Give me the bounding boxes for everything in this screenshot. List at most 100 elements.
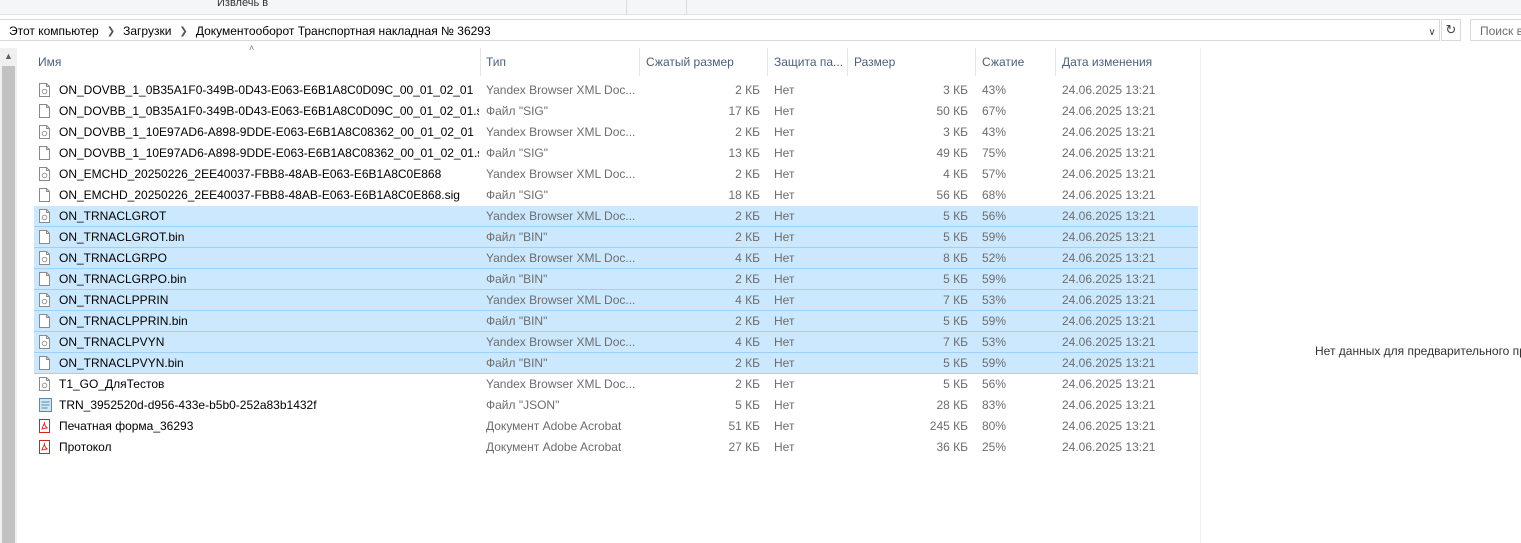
file-row[interactable]: ON_DOVBB_1_10E97AD6-A898-9DDE-E063-E6B1A… — [34, 122, 1198, 143]
file-protection: Нет — [774, 335, 795, 349]
blank-file-icon — [39, 101, 55, 122]
file-date: 24.06.2025 13:21 — [1062, 377, 1156, 391]
chevron-right-icon[interactable]: ❯ — [179, 26, 187, 37]
file-ratio: 68% — [982, 188, 1007, 202]
file-row[interactable]: ON_DOVBB_1_10E97AD6-A898-9DDE-E063-E6B1A… — [34, 143, 1198, 164]
file-date: 24.06.2025 13:21 — [1062, 314, 1156, 328]
chevron-right-icon[interactable]: ❯ — [107, 26, 115, 37]
search-input[interactable]: Поиск в — [1470, 19, 1521, 41]
column-header-size[interactable]: Размер — [850, 48, 975, 76]
file-ratio: 80% — [982, 419, 1007, 433]
breadcrumb-downloads[interactable]: Загрузки — [123, 24, 171, 38]
scroll-thumb[interactable] — [2, 66, 15, 543]
file-row[interactable]: TRN_3952520d-d956-433e-b5b0-252a83b1432f… — [34, 395, 1198, 416]
file-compressed-size: 2 КБ — [735, 314, 760, 328]
file-ratio: 57% — [982, 167, 1007, 181]
file-type: Документ Adobe Acrobat — [486, 440, 622, 454]
chevron-down-icon[interactable]: ∨ — [1425, 25, 1439, 41]
file-row[interactable]: ON_TRNACLGRPO.bin Файл "BIN" 2 КБ Нет 5 КБ 59… — [34, 269, 1198, 290]
file-date: 24.06.2025 13:21 — [1062, 230, 1156, 244]
column-header-compressed-size[interactable]: Сжатый размер — [642, 48, 767, 76]
file-size: 56 КБ — [936, 188, 968, 202]
file-size: 5 КБ — [943, 314, 968, 328]
preview-empty-message: Нет данных для предварительного пр — [1315, 344, 1521, 358]
file-compressed-size: 18 КБ — [728, 188, 760, 202]
file-compressed-size: 17 КБ — [728, 104, 760, 118]
column-header-ratio[interactable]: Сжатие — [978, 48, 1055, 76]
address-row: Этот компьютер ❯ Загрузки ❯ Документообо… — [0, 17, 1521, 44]
file-row[interactable]: ON_DOVBB_1_0B35A1F0-349B-0D43-E063-E6B1A… — [34, 80, 1198, 101]
column-divider[interactable] — [767, 48, 768, 76]
column-header-type[interactable]: Тип — [482, 48, 639, 76]
blank-file-icon — [39, 185, 55, 206]
file-type: Yandex Browser XML Doc... — [486, 335, 636, 349]
file-size: 36 КБ — [936, 440, 968, 454]
file-row[interactable]: ON_TRNACLPVYN Yandex Browser XML Doc... 4 … — [34, 332, 1198, 353]
file-ratio: 53% — [982, 293, 1007, 307]
file-protection: Нет — [774, 146, 795, 160]
file-row[interactable]: Протокол Документ Adobe Acrobat 27 КБ Нет 36… — [34, 437, 1198, 458]
extract-to-button[interactable]: Извлечь в — [217, 0, 268, 9]
column-divider[interactable] — [480, 48, 481, 76]
file-type: Файл "SIG" — [486, 146, 549, 160]
column-divider[interactable] — [847, 48, 848, 76]
file-size: 50 КБ — [936, 104, 968, 118]
column-header-protection[interactable]: Защита па... — [770, 48, 848, 76]
file-row[interactable]: ON_TRNACLPPRIN Yandex Browser XML Doc... 4… — [34, 290, 1198, 311]
file-compressed-size: 51 КБ — [728, 419, 760, 433]
file-row[interactable]: T1_GO_ДляТестов Yandex Browser XML Doc...… — [34, 374, 1198, 395]
file-row[interactable]: ON_EMCHD_20250226_2EE40037-FBB8-48AB-E06… — [34, 185, 1198, 206]
file-row[interactable]: ON_TRNACLGROT Yandex Browser XML Doc... 2 … — [34, 206, 1198, 227]
xml-file-icon — [39, 206, 55, 227]
file-size: 5 КБ — [943, 377, 968, 391]
refresh-icon: ↻ — [1445, 22, 1457, 37]
file-date: 24.06.2025 13:21 — [1062, 335, 1156, 349]
file-name: ON_TRNACLPVYN.bin — [59, 356, 184, 370]
file-name: Протокол — [59, 440, 112, 454]
file-protection: Нет — [774, 356, 795, 370]
file-compressed-size: 4 КБ — [735, 335, 760, 349]
file-name: Печатная форма_36293 — [59, 419, 194, 433]
breadcrumb-archive[interactable]: Документооборот Транспортная накладная №… — [196, 24, 491, 38]
blank-file-icon — [39, 353, 55, 374]
file-row[interactable]: ON_TRNACLGROT.bin Файл "BIN" 2 КБ Нет 5 КБ 59… — [34, 227, 1198, 248]
file-size: 5 КБ — [943, 209, 968, 223]
file-row[interactable]: Печатная форма_36293 Документ Adobe Acrob… — [34, 416, 1198, 437]
file-type: Файл "BIN" — [486, 314, 548, 328]
file-compressed-size: 13 КБ — [728, 146, 760, 160]
column-divider[interactable] — [639, 48, 640, 76]
column-header-date[interactable]: Дата изменения — [1058, 48, 1198, 76]
file-row[interactable]: ON_TRNACLPPRIN.bin Файл "BIN" 2 КБ Нет 5 КБ 5… — [34, 311, 1198, 332]
refresh-button[interactable]: ↻ — [1441, 19, 1461, 41]
file-type: Yandex Browser XML Doc... — [486, 251, 636, 265]
file-compressed-size: 2 КБ — [735, 125, 760, 139]
vertical-scrollbar[interactable]: ▲ — [0, 48, 17, 543]
file-protection: Нет — [774, 209, 795, 223]
scroll-up-arrow-icon[interactable]: ▲ — [0, 48, 17, 65]
column-divider[interactable] — [975, 48, 976, 76]
file-name: ON_TRNACLGRPO — [59, 251, 168, 265]
address-bar[interactable]: Этот компьютер ❯ Загрузки ❯ Документообо… — [0, 19, 1440, 41]
file-date: 24.06.2025 13:21 — [1062, 125, 1156, 139]
file-row[interactable]: ON_EMCHD_20250226_2EE40037-FBB8-48AB-E06… — [34, 164, 1198, 185]
file-name: ON_DOVBB_1_0B35A1F0-349B-0D43-E063-E6B1A… — [59, 83, 474, 97]
file-size: 5 КБ — [943, 356, 968, 370]
file-list: ON_DOVBB_1_0B35A1F0-349B-0D43-E063-E6B1A… — [34, 80, 1198, 458]
breadcrumb: Этот компьютер ❯ Загрузки ❯ Документообо… — [9, 24, 491, 38]
column-divider[interactable] — [1055, 48, 1056, 76]
file-type: Файл "BIN" — [486, 230, 548, 244]
xml-file-icon — [39, 332, 55, 353]
file-type: Файл "SIG" — [486, 104, 549, 118]
file-type: Файл "JSON" — [486, 398, 560, 412]
file-row[interactable]: ON_DOVBB_1_0B35A1F0-349B-0D43-E063-E6B1A… — [34, 101, 1198, 122]
file-compressed-size: 2 КБ — [735, 272, 760, 286]
file-compressed-size: 2 КБ — [735, 209, 760, 223]
file-row[interactable]: ON_TRNACLPVYN.bin Файл "BIN" 2 КБ Нет 5 КБ 59… — [34, 353, 1198, 374]
breadcrumb-this-pc[interactable]: Этот компьютер — [9, 24, 99, 38]
file-name: ON_TRNACLPPRIN.bin — [59, 314, 188, 328]
column-header-name[interactable]: Имя — [34, 48, 480, 76]
file-ratio: 67% — [982, 104, 1007, 118]
file-ratio: 52% — [982, 251, 1007, 265]
pdf-file-icon — [39, 437, 55, 458]
file-row[interactable]: ON_TRNACLGRPO Yandex Browser XML Doc... 4 … — [34, 248, 1198, 269]
